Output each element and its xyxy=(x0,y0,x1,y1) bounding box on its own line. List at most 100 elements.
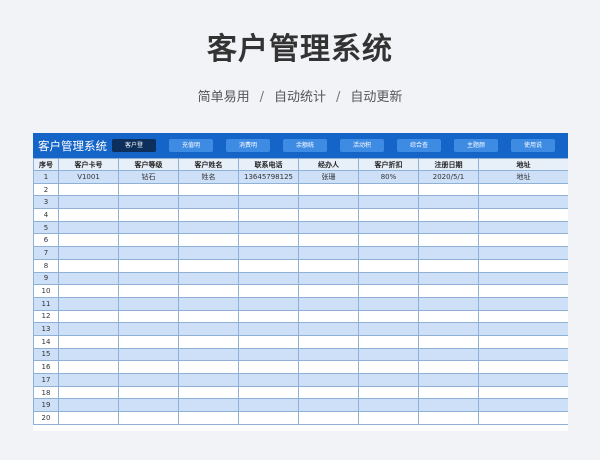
cell-index[interactable]: 1 xyxy=(33,170,59,184)
cell-card-no[interactable] xyxy=(58,334,119,349)
cell-discount[interactable] xyxy=(358,258,419,273)
nav-button-instructions[interactable]: 使用说 xyxy=(511,139,555,152)
cell-reg-date[interactable] xyxy=(418,334,479,349)
cell-index[interactable]: 3 xyxy=(33,195,59,210)
cell-handler[interactable] xyxy=(298,208,359,222)
cell-card-no[interactable] xyxy=(58,258,119,273)
cell-handler[interactable] xyxy=(298,360,359,374)
cell-name[interactable] xyxy=(178,258,239,273)
cell-address[interactable] xyxy=(478,182,568,197)
cell-card-no[interactable]: V1001 xyxy=(58,170,119,184)
cell-discount[interactable] xyxy=(358,309,419,324)
cell-level[interactable] xyxy=(118,309,179,324)
cell-discount[interactable] xyxy=(358,233,419,248)
cell-index[interactable]: 18 xyxy=(33,385,59,400)
cell-handler[interactable] xyxy=(298,411,359,425)
cell-handler[interactable] xyxy=(298,398,359,413)
cell-card-no[interactable] xyxy=(58,309,119,324)
cell-index[interactable]: 14 xyxy=(33,334,59,349)
cell-discount[interactable] xyxy=(358,334,419,349)
cell-level[interactable] xyxy=(118,398,179,413)
cell-index[interactable]: 2 xyxy=(33,182,59,197)
cell-level[interactable] xyxy=(118,334,179,349)
cell-name[interactable] xyxy=(178,284,239,298)
nav-button-balance-stats[interactable]: 余额统 xyxy=(283,139,327,152)
cell-address[interactable] xyxy=(478,233,568,248)
cell-phone[interactable] xyxy=(238,296,299,311)
cell-reg-date[interactable] xyxy=(418,360,479,374)
cell-card-no[interactable] xyxy=(58,322,119,336)
cell-name[interactable] xyxy=(178,182,239,197)
cell-card-no[interactable] xyxy=(58,208,119,222)
nav-button-recharge-detail[interactable]: 充值明 xyxy=(169,139,213,152)
cell-handler[interactable]: 张珊 xyxy=(298,170,359,184)
cell-index[interactable]: 4 xyxy=(33,208,59,222)
cell-card-no[interactable] xyxy=(58,360,119,374)
cell-reg-date[interactable] xyxy=(418,220,479,235)
cell-reg-date[interactable] xyxy=(418,258,479,273)
cell-address[interactable] xyxy=(478,334,568,349)
cell-handler[interactable] xyxy=(298,322,359,336)
cell-address[interactable] xyxy=(478,309,568,324)
cell-discount[interactable] xyxy=(358,373,419,387)
cell-reg-date[interactable]: 2020/5/1 xyxy=(418,170,479,184)
cell-card-no[interactable] xyxy=(58,398,119,413)
cell-discount[interactable] xyxy=(358,182,419,197)
cell-address[interactable] xyxy=(478,208,568,222)
cell-phone[interactable] xyxy=(238,347,299,362)
cell-name[interactable] xyxy=(178,411,239,425)
cell-name[interactable]: 姓名 xyxy=(178,170,239,184)
cell-address[interactable] xyxy=(478,411,568,425)
cell-reg-date[interactable] xyxy=(418,322,479,336)
cell-name[interactable] xyxy=(178,322,239,336)
cell-handler[interactable] xyxy=(298,373,359,387)
cell-index[interactable]: 6 xyxy=(33,233,59,248)
cell-phone[interactable] xyxy=(238,334,299,349)
cell-card-no[interactable] xyxy=(58,195,119,210)
cell-level[interactable] xyxy=(118,233,179,248)
cell-handler[interactable] xyxy=(298,246,359,260)
cell-index[interactable]: 11 xyxy=(33,296,59,311)
cell-handler[interactable] xyxy=(298,385,359,400)
cell-name[interactable] xyxy=(178,208,239,222)
cell-phone[interactable] xyxy=(238,195,299,210)
cell-handler[interactable] xyxy=(298,271,359,286)
cell-card-no[interactable] xyxy=(58,220,119,235)
cell-address[interactable]: 地址 xyxy=(478,170,568,184)
cell-level[interactable] xyxy=(118,322,179,336)
cell-index[interactable]: 8 xyxy=(33,258,59,273)
cell-reg-date[interactable] xyxy=(418,233,479,248)
cell-discount[interactable] xyxy=(358,220,419,235)
cell-level[interactable] xyxy=(118,411,179,425)
cell-reg-date[interactable] xyxy=(418,296,479,311)
cell-name[interactable] xyxy=(178,220,239,235)
cell-address[interactable] xyxy=(478,271,568,286)
cell-index[interactable]: 12 xyxy=(33,309,59,324)
cell-level[interactable] xyxy=(118,360,179,374)
cell-address[interactable] xyxy=(478,296,568,311)
cell-reg-date[interactable] xyxy=(418,195,479,210)
cell-index[interactable]: 13 xyxy=(33,322,59,336)
cell-phone[interactable] xyxy=(238,246,299,260)
cell-index[interactable]: 15 xyxy=(33,347,59,362)
cell-phone[interactable] xyxy=(238,411,299,425)
cell-phone[interactable] xyxy=(238,258,299,273)
cell-phone[interactable] xyxy=(238,182,299,197)
cell-name[interactable] xyxy=(178,373,239,387)
cell-card-no[interactable] xyxy=(58,271,119,286)
cell-level[interactable] xyxy=(118,220,179,235)
cell-address[interactable] xyxy=(478,284,568,298)
cell-discount[interactable] xyxy=(358,322,419,336)
cell-discount[interactable] xyxy=(358,271,419,286)
cell-reg-date[interactable] xyxy=(418,398,479,413)
cell-card-no[interactable] xyxy=(58,347,119,362)
cell-address[interactable] xyxy=(478,246,568,260)
cell-discount[interactable] xyxy=(358,360,419,374)
cell-level[interactable] xyxy=(118,284,179,298)
cell-discount[interactable] xyxy=(358,195,419,210)
cell-level[interactable] xyxy=(118,271,179,286)
cell-discount[interactable]: 80% xyxy=(358,170,419,184)
cell-discount[interactable] xyxy=(358,398,419,413)
cell-card-no[interactable] xyxy=(58,373,119,387)
cell-index[interactable]: 19 xyxy=(33,398,59,413)
